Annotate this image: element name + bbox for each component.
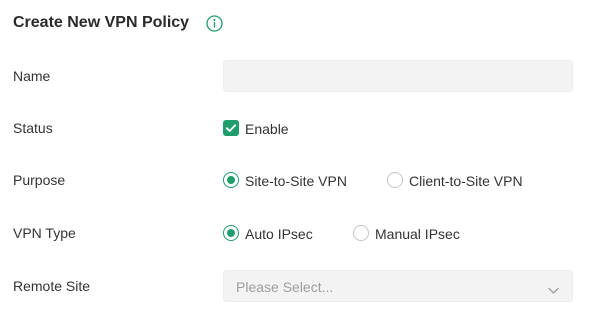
manual-ipsec-label[interactable]: Manual IPsec [375,225,460,243]
auto-ipsec-radio[interactable] [223,225,239,241]
page-title: Create New VPN Policy [13,14,190,31]
name-label: Name [13,68,51,84]
enable-checkbox-label[interactable]: Enable [245,120,289,138]
purpose-label: Purpose [13,172,66,188]
remote-site-placeholder: Please Select... [236,279,334,295]
chevron-down-icon [548,282,559,294]
site-to-site-vpn-radio[interactable] [223,172,239,188]
auto-ipsec-label[interactable]: Auto IPsec [245,225,313,243]
vpn-type-label: VPN Type [13,225,76,241]
page-header: Create New VPN Policy [13,12,189,34]
status-label: Status [13,120,53,136]
enable-checkbox[interactable] [223,120,239,136]
client-to-site-vpn-label[interactable]: Client-to-Site VPN [409,172,523,190]
remote-site-select[interactable]: Please Select... [223,270,573,302]
manual-ipsec-radio[interactable] [353,225,369,241]
site-to-site-vpn-label[interactable]: Site-to-Site VPN [245,172,347,190]
remote-site-label: Remote Site [13,278,91,294]
checkmark-icon [225,124,237,132]
client-to-site-vpn-radio[interactable] [387,172,403,188]
info-icon[interactable] [206,15,223,32]
name-input[interactable] [223,60,573,92]
